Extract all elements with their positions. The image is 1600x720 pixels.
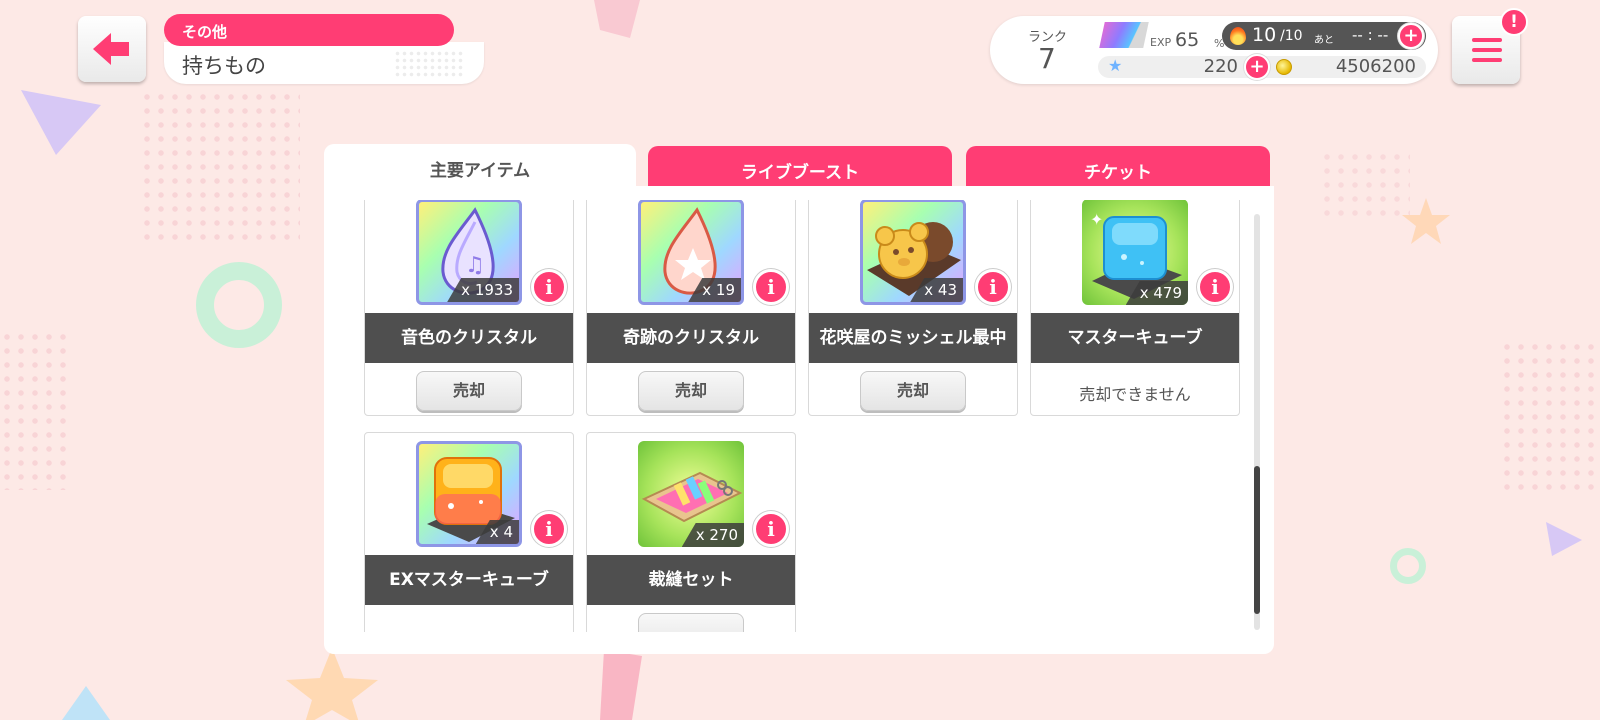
tab-tickets[interactable]: チケット [966, 146, 1270, 186]
stamina-display: 10 /10 あと -- : -- [1222, 22, 1426, 50]
page-header: 持ちもの その他 [164, 14, 484, 84]
rank-value: 7 [1038, 42, 1056, 75]
fire-icon [1230, 27, 1246, 45]
info-button[interactable]: i [531, 511, 567, 547]
add-stamina-button[interactable]: + [1398, 23, 1424, 49]
item-card[interactable]: x 270 i 裁縫セット [586, 432, 796, 632]
item-name: マスターキューブ [1031, 313, 1239, 363]
item-name: 奇跡のクリスタル [587, 313, 795, 363]
sell-button-partial[interactable] [638, 613, 744, 632]
item-grid[interactable]: ♫ x 1933 i 音色のクリスタル 売却 x 19 i 奇跡のクリスタル 売… [364, 200, 1244, 632]
item-card[interactable]: ♫ x 1933 i 音色のクリスタル 売却 [364, 200, 574, 416]
sell-button[interactable]: 売却 [416, 371, 522, 411]
stamina-timer: -- : -- [1352, 26, 1389, 44]
item-name: 花咲屋のミッシェル最中 [809, 313, 1017, 363]
exp-progress-bar [1099, 22, 1149, 48]
back-arrow-icon [93, 33, 129, 65]
cannot-sell-label: 売却できません [1079, 385, 1191, 404]
menu-icon-line [1472, 58, 1502, 62]
coins-value: 4506200 [1335, 56, 1416, 77]
item-image: ✦ x 479 [1082, 200, 1188, 305]
info-button[interactable]: i [975, 269, 1011, 305]
exp-label: EXP [1150, 36, 1172, 49]
info-button[interactable]: i [753, 511, 789, 547]
svg-text:♫: ♫ [465, 253, 485, 278]
add-star-gems-button[interactable]: + [1244, 54, 1270, 80]
tab-main-items[interactable]: 主要アイテム [324, 144, 636, 188]
item-card[interactable]: x 4 i EXマスターキューブ [364, 432, 574, 632]
item-card[interactable]: x 43 i 花咲屋のミッシェル最中 売却 [808, 200, 1018, 416]
scrollbar[interactable] [1254, 214, 1260, 630]
coin-icon [1276, 59, 1292, 75]
item-image: x 43 [860, 200, 966, 305]
notification-badge: ! [1500, 8, 1528, 36]
sell-button[interactable]: 売却 [860, 371, 966, 411]
item-card[interactable]: x 19 i 奇跡のクリスタル 売却 [586, 200, 796, 416]
svg-text:✦: ✦ [1090, 210, 1103, 229]
item-card[interactable]: ✦ x 479 i マスターキューブ 売却できません [1030, 200, 1240, 416]
info-button[interactable]: i [1197, 269, 1233, 305]
back-button[interactable] [78, 16, 146, 82]
sell-button[interactable]: 売却 [638, 371, 744, 411]
item-image: ♫ x 1933 [416, 200, 522, 305]
star-gem-icon: ★ [1108, 56, 1123, 75]
item-name: 裁縫セット [587, 555, 795, 605]
tab-live-boost[interactable]: ライブブースト [648, 146, 952, 186]
info-button[interactable]: i [531, 269, 567, 305]
star-gems-value: 220 [1203, 56, 1238, 77]
menu-icon-line [1472, 48, 1502, 52]
exp-value: 65 [1175, 29, 1200, 51]
item-image: x 4 [416, 441, 522, 547]
item-image: x 19 [638, 200, 744, 305]
scrollbar-thumb[interactable] [1254, 466, 1260, 614]
menu-icon [1472, 38, 1502, 42]
stamina-max: /10 [1280, 28, 1303, 44]
player-status-panel: ランク 7 EXP 65 % 10 /10 あと -- : -- + ★ 220… [990, 16, 1438, 84]
page-title: 持ちもの [164, 42, 484, 84]
item-image: x 270 [638, 441, 744, 547]
stamina-ato-label: あと [1314, 35, 1334, 46]
info-button[interactable]: i [753, 269, 789, 305]
stamina-current: 10 [1252, 24, 1277, 46]
item-name: 音色のクリスタル [365, 313, 573, 363]
item-name: EXマスターキューブ [365, 555, 573, 605]
page-category: その他 [164, 14, 454, 46]
